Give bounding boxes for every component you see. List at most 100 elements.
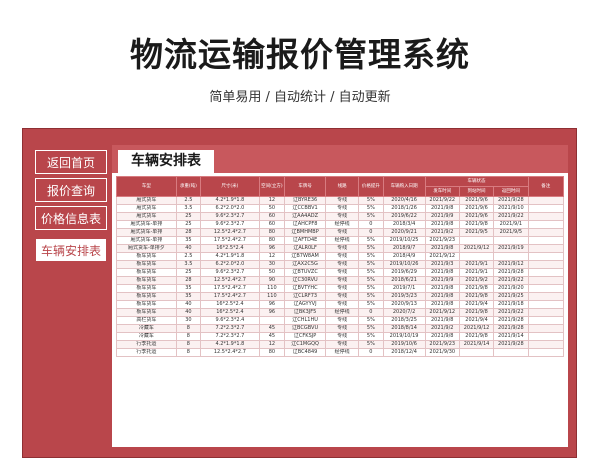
col-header-purchase-date: 车辆购入日期 bbox=[382, 176, 426, 197]
cell-route: 专线 bbox=[325, 340, 360, 349]
cell-load: 28 bbox=[175, 276, 202, 285]
cell-size: 17.5*2.4*2.7 bbox=[200, 292, 260, 301]
cell-price-rise: 5% bbox=[358, 324, 384, 333]
cell-depart: 2021/9/3 bbox=[424, 260, 460, 269]
cell-load: 25 bbox=[175, 268, 202, 277]
cell-depart: 2021/9/8 bbox=[424, 220, 460, 229]
cell-price-rise: 0 bbox=[358, 348, 384, 357]
cell-purchase-date: 2020/7/2 bbox=[382, 308, 426, 317]
col-header-price-rise: 价格提升 bbox=[358, 176, 384, 197]
cell-purchase-date: 2019/6/29 bbox=[382, 268, 426, 277]
cell-purchase-date: 2019/7/1 bbox=[382, 284, 426, 293]
cell-remark bbox=[527, 332, 564, 341]
cell-type: 板车货车 bbox=[116, 284, 177, 293]
nav-vehicle-schedule-button[interactable]: 车辆安排表 bbox=[35, 238, 107, 262]
cell-volume: 45 bbox=[258, 332, 286, 341]
cell-load: 35 bbox=[175, 236, 202, 245]
cell-type: 厢式货车-单排夕 bbox=[116, 244, 177, 253]
tab-vehicle-schedule[interactable]: 车辆安排表 bbox=[118, 150, 214, 173]
cell-depart: 2021/9/8 bbox=[424, 268, 460, 277]
cell-size: 9.6*2.3*2.7 bbox=[200, 220, 260, 229]
cell-load: 2.5 bbox=[175, 196, 202, 205]
cell-load: 30 bbox=[175, 316, 202, 325]
cell-load: 25 bbox=[175, 220, 202, 229]
cell-plate: 辽BMHMBP bbox=[284, 228, 327, 237]
cell-remark bbox=[527, 340, 564, 349]
cell-size: 4.2*1.9*1.8 bbox=[200, 196, 260, 205]
cell-arrive: 2021/9/14 bbox=[458, 340, 495, 349]
cell-volume: 80 bbox=[258, 348, 286, 357]
cell-return: 2021/9/10 bbox=[493, 204, 529, 213]
cell-size: 9.6*2.3*2.7 bbox=[200, 268, 260, 277]
cell-price-rise: 5% bbox=[358, 332, 384, 341]
cell-purchase-date: 2018/12/4 bbox=[382, 348, 426, 357]
cell-purchase-date: 2018/1/26 bbox=[382, 204, 426, 213]
cell-remark bbox=[527, 316, 564, 325]
cell-size: 16*2.5*2.4 bbox=[200, 308, 260, 317]
cell-type: 板车货车 bbox=[116, 292, 177, 301]
cell-arrive: 2021/9/6 bbox=[458, 196, 495, 205]
table-row: 板车货车 28 12.5*2.4*2.7 90 辽C30RVU 专线 5% 2018/6/21… bbox=[116, 276, 564, 285]
cell-remark bbox=[527, 220, 564, 229]
nav-price-info-button[interactable]: 价格信息表 bbox=[35, 206, 107, 230]
cell-arrive: 2021/9/1 bbox=[458, 268, 495, 277]
cell-plate: 辽CFKSJP bbox=[284, 332, 327, 341]
cell-purchase-date: 2018/3/4 bbox=[382, 220, 426, 229]
cell-route: 专线 bbox=[325, 292, 360, 301]
cell-size: 12.5*2.4*2.7 bbox=[200, 348, 260, 357]
cell-load: 40 bbox=[175, 300, 202, 309]
cell-depart: 2021/9/8 bbox=[424, 292, 460, 301]
nav-quote-query-button[interactable]: 报价查询 bbox=[35, 178, 107, 202]
col-header-type: 车型 bbox=[116, 176, 177, 197]
cell-depart: 2021/9/8 bbox=[424, 204, 460, 213]
table-row: 厢式货车 3.5 6.2*2.0*2.0 50 辽CCBBV1 专线 5% 2018/1/26… bbox=[116, 204, 564, 213]
cell-return: 2021/9/14 bbox=[493, 332, 529, 341]
cell-depart: 2021/9/9 bbox=[424, 276, 460, 285]
table-row: 板车货车 40 16*2.5*2.4 96 辽AGYYVJ 专线 5% 2020/9/13 20… bbox=[116, 300, 564, 309]
cell-purchase-date: 2020/4/16 bbox=[382, 196, 426, 205]
cell-arrive: 2021/9/8 bbox=[458, 284, 495, 293]
cell-type: 厢式货车-单排 bbox=[116, 228, 177, 237]
col-header-load: 承重(吨) bbox=[175, 176, 202, 197]
cell-return: 2021/9/19 bbox=[493, 244, 529, 253]
col-header-arrive: 到站时间 bbox=[458, 186, 495, 197]
cell-purchase-date: 2019/10/19 bbox=[382, 332, 426, 341]
cell-price-rise: 5% bbox=[358, 340, 384, 349]
cell-arrive: 2021/9/8 bbox=[458, 220, 495, 229]
cell-return: 2021/9/28 bbox=[493, 268, 529, 277]
content-panel: 车辆安排表 车型 承重(吨) 尺寸(米) 空间(立方) 车牌号 线路 价格提升 … bbox=[112, 145, 568, 447]
cell-type: 行李托运 bbox=[116, 348, 177, 357]
cell-plate: 辽AA4ADZ bbox=[284, 212, 327, 221]
cell-remark bbox=[527, 348, 564, 357]
cell-price-rise: 5% bbox=[358, 300, 384, 309]
cell-purchase-date: 2018/8/14 bbox=[382, 324, 426, 333]
cell-purchase-date: 2018/6/21 bbox=[382, 276, 426, 285]
cell-type: 板车货车 bbox=[116, 276, 177, 285]
col-header-remark: 备注 bbox=[527, 176, 564, 197]
cell-load: 3.5 bbox=[175, 260, 202, 269]
cell-price-rise: 0 bbox=[358, 308, 384, 317]
cell-load: 25 bbox=[175, 212, 202, 221]
table-row: 厢式货车 2.5 4.2*1.9*1.8 12 辽BYRE36 专线 5% 2020/4/16… bbox=[116, 196, 564, 205]
cell-remark bbox=[527, 308, 564, 317]
cell-type: 冷藏车 bbox=[116, 332, 177, 341]
col-header-return: 返回时间 bbox=[493, 186, 529, 197]
cell-type: 厢式货车 bbox=[116, 204, 177, 213]
cell-return bbox=[493, 252, 529, 261]
cell-volume: 30 bbox=[258, 260, 286, 269]
cell-price-rise: 5% bbox=[358, 260, 384, 269]
cell-purchase-date: 2018/9/7 bbox=[382, 244, 426, 253]
cell-volume: 96 bbox=[258, 244, 286, 253]
cell-load: 40 bbox=[175, 308, 202, 317]
cell-type: 厢式货车 bbox=[116, 212, 177, 221]
col-header-size: 尺寸(米) bbox=[200, 176, 260, 197]
nav-home-button[interactable]: 返回首页 bbox=[35, 150, 107, 174]
cell-arrive: 2021/9/4 bbox=[458, 300, 495, 309]
cell-remark bbox=[527, 300, 564, 309]
cell-plate: 辽BVTYHC bbox=[284, 284, 327, 293]
cell-route: 专线 bbox=[325, 300, 360, 309]
cell-volume: 12 bbox=[258, 252, 286, 261]
cell-depart: 2021/9/8 bbox=[424, 284, 460, 293]
cell-route: 专线 bbox=[325, 268, 360, 277]
table-row: 厢式货车-单排夕 40 16*2.5*2.4 96 辽ALR0LF 专线 5% 2018/9/… bbox=[116, 244, 564, 253]
